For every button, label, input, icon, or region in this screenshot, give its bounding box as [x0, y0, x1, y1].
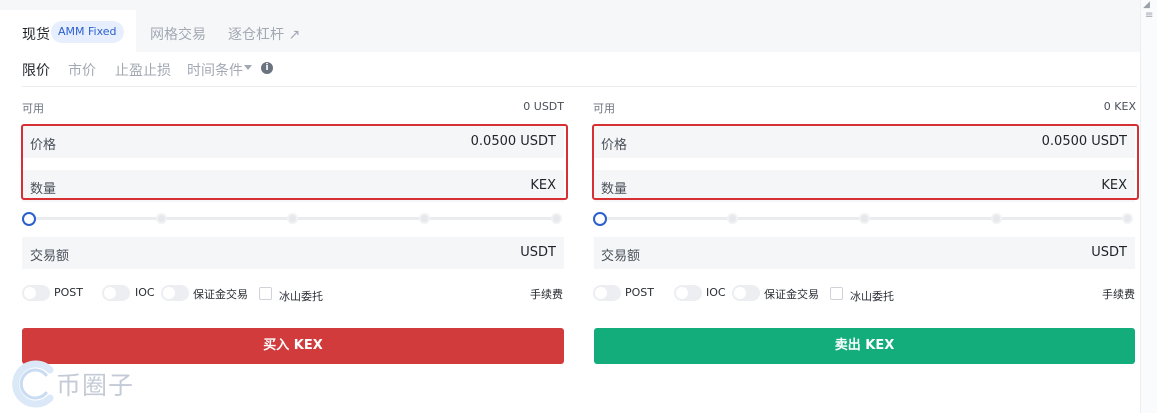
top-strip [0, 0, 1157, 10]
scrollbar[interactable] [1140, 0, 1157, 413]
sell-button[interactable]: 卖出 KEX [594, 328, 1135, 364]
buy-slider-node-75[interactable] [419, 213, 430, 224]
buy-highlight-box [21, 124, 568, 200]
buy-iceberg-label: 冰山委托 [279, 290, 323, 303]
buy-slider-node-100[interactable] [551, 213, 562, 224]
sell-highlight-box [592, 124, 1139, 200]
buy-total-label: 交易额 [30, 249, 70, 264]
sell-margin-toggle[interactable] [732, 285, 760, 301]
buy-slider-node-25[interactable] [156, 213, 167, 224]
tab-isolated-margin[interactable]: 逐仓杠杆 ↗ [228, 24, 300, 44]
buy-ioc-toggle[interactable] [102, 285, 130, 301]
sell-total-unit: USDT [1091, 245, 1127, 260]
buy-margin-label: 保证金交易 [193, 288, 248, 301]
buy-total-unit: USDT [520, 245, 556, 260]
sell-ioc-label: IOC [706, 286, 726, 299]
sell-ioc-toggle[interactable] [674, 285, 702, 301]
divider [22, 86, 1137, 87]
chevron-down-icon[interactable] [244, 65, 252, 70]
buy-available-label: 可用 [22, 102, 44, 115]
watermark-text: 币圈子 [56, 371, 135, 400]
order-type-tp-sl[interactable]: 止盈止损 [115, 60, 171, 80]
amm-fixed-badge[interactable]: AMM Fixed [51, 21, 124, 43]
buy-slider-handle[interactable] [22, 212, 36, 226]
sell-slider-node-100[interactable] [1122, 213, 1133, 224]
sell-post-label: POST [625, 286, 654, 299]
tab-spot[interactable]: 现货 [22, 24, 50, 44]
drag-handle-icon[interactable]: ≡ [1145, 11, 1153, 21]
sell-margin-label: 保证金交易 [764, 288, 819, 301]
buy-post-toggle[interactable] [22, 285, 50, 301]
scroll-up-icon[interactable]: ◢ [1143, 0, 1150, 10]
sell-slider-node-25[interactable] [727, 213, 738, 224]
buy-margin-toggle[interactable] [161, 285, 189, 301]
order-type-limit[interactable]: 限价 [22, 60, 50, 80]
sell-post-toggle[interactable] [593, 285, 621, 301]
buy-ioc-label: IOC [135, 286, 155, 299]
sell-slider-node-75[interactable] [991, 213, 1002, 224]
order-type-time-condition[interactable]: 时间条件 [187, 60, 243, 80]
sell-iceberg-checkbox[interactable] [830, 287, 843, 300]
info-icon[interactable]: i [261, 62, 273, 74]
buy-slider-node-50[interactable] [287, 213, 298, 224]
sell-available-label: 可用 [593, 102, 615, 115]
sell-slider-node-50[interactable] [859, 213, 870, 224]
buy-iceberg-checkbox[interactable] [259, 287, 272, 300]
sell-iceberg-label: 冰山委托 [850, 290, 894, 303]
tab-grid-trading[interactable]: 网格交易 [150, 24, 206, 44]
buy-post-label: POST [54, 286, 83, 299]
order-type-market[interactable]: 市价 [68, 60, 96, 80]
buy-fee-label[interactable]: 手续费 [530, 286, 563, 302]
sell-available-value: 0 KEX [1103, 100, 1136, 113]
sell-slider-handle[interactable] [593, 212, 607, 226]
buy-available-value: 0 USDT [523, 100, 564, 113]
sell-fee-label[interactable]: 手续费 [1102, 286, 1135, 302]
sell-total-label: 交易额 [601, 249, 641, 264]
